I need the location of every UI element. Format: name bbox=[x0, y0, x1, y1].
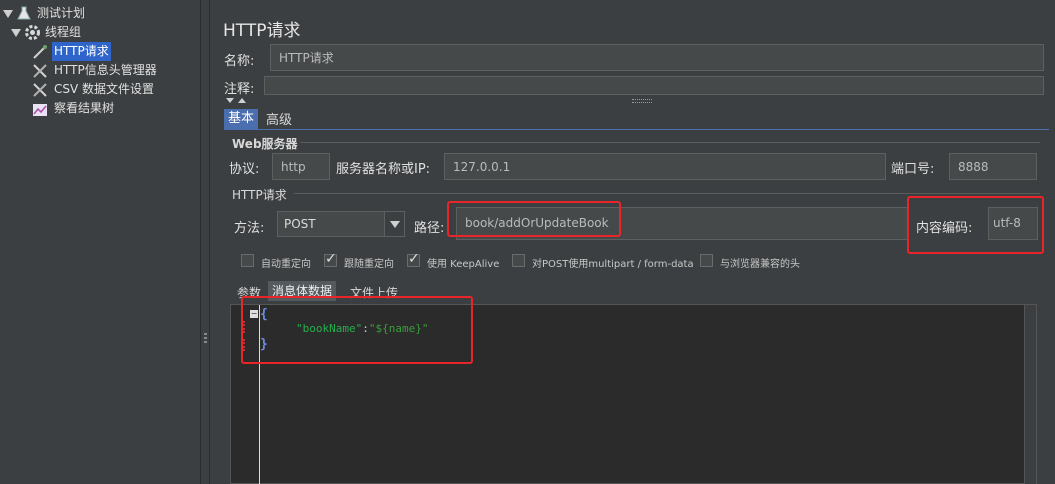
tree-item-label: 察看结果树 bbox=[54, 101, 115, 115]
collapse-arrows-icon[interactable] bbox=[225, 96, 251, 105]
group-divider bbox=[300, 142, 1040, 143]
tree-item-results-tree[interactable]: 察看结果树 bbox=[0, 99, 200, 118]
flask-icon bbox=[17, 6, 31, 20]
tab-advanced[interactable]: 高级 bbox=[262, 111, 296, 131]
tree-item-header-manager[interactable]: HTTP信息头管理器 bbox=[0, 61, 200, 80]
protocol-input[interactable]: http bbox=[272, 153, 330, 180]
path-label: 路径: bbox=[414, 221, 445, 236]
expand-arrow-icon[interactable] bbox=[3, 10, 13, 18]
http-request-group-title: HTTP请求 bbox=[232, 188, 287, 202]
page-title: HTTP请求 bbox=[223, 21, 301, 41]
browser-headers-checkbox[interactable] bbox=[700, 254, 713, 267]
multipart-label: 对POST使用multipart / form-data bbox=[532, 259, 694, 270]
path-highlight-box bbox=[447, 201, 621, 237]
auto-redirect-checkbox[interactable] bbox=[241, 254, 254, 267]
chart-icon bbox=[33, 104, 47, 116]
server-label: 服务器名称或IP: bbox=[336, 162, 431, 177]
tree-item-label: 测试计划 bbox=[37, 6, 86, 20]
keepalive-label: 使用 KeepAlive bbox=[427, 259, 500, 270]
tree-item-thread-group[interactable]: 线程组 bbox=[0, 23, 200, 42]
splitter-grip bbox=[204, 337, 207, 339]
port-input[interactable]: 8888 bbox=[949, 153, 1037, 180]
tab-underline bbox=[224, 129, 1049, 130]
http-request-panel: HTTP请求 名称: HTTP请求 注释: 基本 高级 Web服务器 协议: h… bbox=[212, 0, 1055, 484]
body-highlight-box bbox=[241, 296, 473, 364]
section-divider-grip[interactable] bbox=[632, 99, 652, 103]
tree-item-csv-config[interactable]: CSV 数据文件设置 bbox=[0, 80, 200, 99]
group-divider bbox=[294, 193, 1040, 194]
method-label: 方法: bbox=[234, 221, 265, 236]
chevron-down-icon bbox=[390, 221, 400, 228]
protocol-label: 协议: bbox=[229, 162, 260, 177]
splitter-grip bbox=[204, 341, 207, 343]
tree-item-test-plan[interactable]: 测试计划 bbox=[0, 4, 200, 23]
panel-splitter[interactable] bbox=[200, 0, 210, 484]
gear-icon bbox=[25, 25, 40, 40]
tree-item-label: CSV 数据文件设置 bbox=[54, 82, 155, 96]
encoding-highlight-box bbox=[907, 196, 1044, 254]
multipart-checkbox[interactable] bbox=[512, 254, 525, 267]
dropdown-button[interactable] bbox=[384, 212, 404, 236]
tree-item-label: HTTP信息头管理器 bbox=[54, 63, 157, 77]
test-plan-tree: 测试计划 线程组 HTTP请求 HTTP信息头管理器 CSV 数据文件设置 察看… bbox=[0, 0, 200, 484]
browser-headers-label: 与浏览器兼容的头 bbox=[720, 259, 800, 270]
splitter-grip bbox=[204, 333, 207, 335]
auto-redirect-label: 自动重定向 bbox=[261, 259, 311, 270]
method-value: POST bbox=[284, 217, 316, 231]
web-server-group-title: Web服务器 bbox=[232, 137, 298, 151]
method-select[interactable]: POST bbox=[277, 211, 405, 237]
name-input[interactable]: HTTP请求 bbox=[270, 44, 1044, 71]
server-input[interactable]: 127.0.0.1 bbox=[444, 153, 886, 180]
port-label: 端口号: bbox=[891, 162, 935, 177]
editor-scrollbar[interactable] bbox=[1024, 305, 1036, 484]
wrench-icon bbox=[33, 83, 47, 97]
expand-arrow-icon[interactable] bbox=[11, 29, 21, 37]
tree-item-label: HTTP请求 bbox=[52, 42, 111, 61]
comment-label: 注释: bbox=[224, 82, 255, 97]
follow-redirect-checkbox[interactable] bbox=[324, 251, 337, 267]
tree-item-http-request[interactable]: HTTP请求 bbox=[0, 42, 200, 61]
tree-item-label: 线程组 bbox=[45, 25, 82, 39]
follow-redirect-label: 跟随重定向 bbox=[344, 259, 394, 270]
tab-basic[interactable]: 基本 bbox=[224, 109, 259, 129]
keepalive-checkbox[interactable] bbox=[407, 251, 420, 267]
pipette-icon bbox=[33, 45, 47, 59]
name-label: 名称: bbox=[224, 54, 255, 69]
comment-input[interactable] bbox=[264, 76, 1044, 95]
wrench-icon bbox=[33, 64, 47, 78]
